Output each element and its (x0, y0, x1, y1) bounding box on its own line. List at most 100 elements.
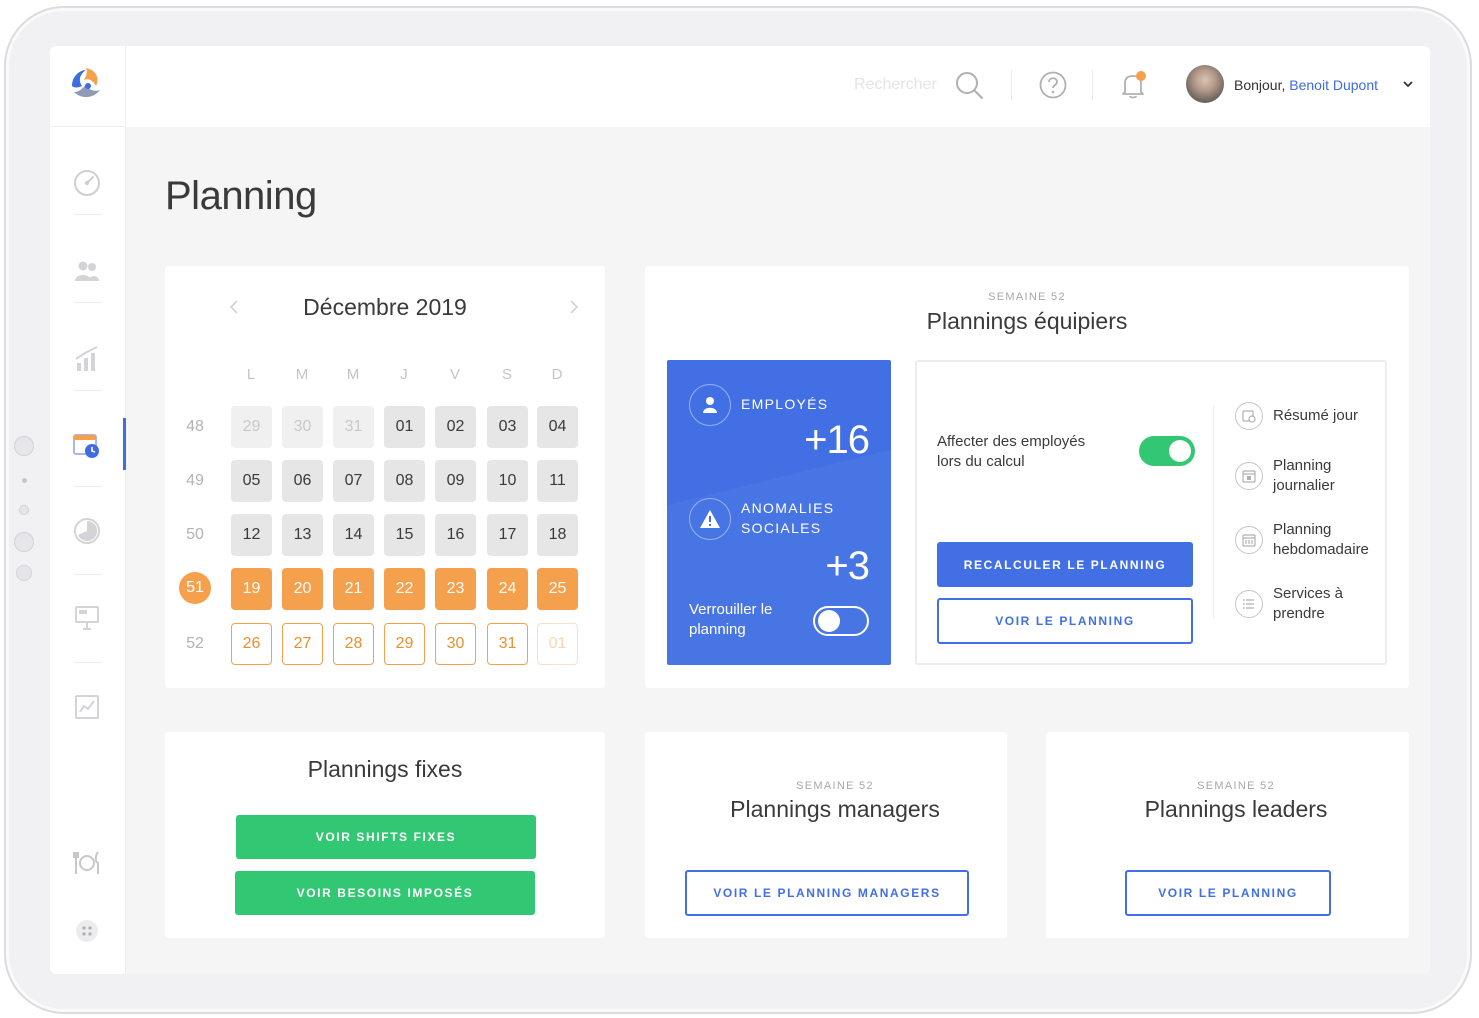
week-label: SEMAINE 52 (1197, 780, 1275, 792)
view-imposed-needs-button[interactable]: VOIR BESOINS IMPOSÉS (235, 871, 535, 915)
calendar-day[interactable]: 10 (487, 460, 528, 502)
next-month-button[interactable] (569, 300, 579, 319)
notifications-button[interactable] (1116, 68, 1150, 102)
week-number[interactable]: 48 (181, 418, 209, 436)
calendar-day[interactable]: 04 (537, 406, 578, 448)
calendar-day[interactable]: 20 (282, 568, 323, 610)
user-greeting[interactable]: Bonjour, Benoit Dupont (1234, 77, 1378, 93)
list-icon (1235, 590, 1263, 618)
view-fixed-shifts-button[interactable]: VOIR SHIFTS FIXES (236, 815, 536, 859)
lock-label-line1: Verrouiller le (689, 601, 773, 618)
link-label: Services à prendre (1273, 584, 1377, 624)
view-leaders-planning-button[interactable]: VOIR LE PLANNING (1125, 870, 1331, 916)
avatar[interactable] (1186, 65, 1224, 103)
calendar-day[interactable]: 31 (333, 406, 374, 448)
calendar-day[interactable]: 23 (435, 568, 476, 610)
calendar-day[interactable]: 16 (435, 514, 476, 556)
search-icon (956, 72, 983, 99)
nav-users[interactable] (72, 256, 102, 286)
card-title: Plannings managers (730, 796, 940, 822)
calendar-day[interactable]: 13 (282, 514, 323, 556)
report-icon (75, 695, 99, 719)
link-label-line1: Résumé jour (1273, 407, 1359, 424)
lock-label-line2: planning (689, 621, 746, 638)
calendar-day[interactable]: 09 (435, 460, 476, 502)
weekday-header: L (246, 366, 256, 383)
greeting-text: Bonjour, (1234, 77, 1286, 93)
calendar-day[interactable]: 29 (384, 623, 425, 665)
calendar-day[interactable]: 24 (487, 568, 528, 610)
calendar-day[interactable]: 06 (282, 460, 323, 502)
help-button[interactable] (1036, 68, 1070, 102)
calendar-day[interactable]: 30 (435, 623, 476, 665)
calendar-day[interactable]: 19 (231, 568, 272, 610)
calendar-day[interactable]: 12 (231, 514, 272, 556)
nav-planning[interactable] (72, 430, 102, 460)
nav-restaurant[interactable] (72, 848, 102, 878)
chevron-down-icon[interactable] (1402, 78, 1414, 90)
plannings-leaders-card: SEMAINE 52 Plannings leaders VOIR LE PLA… (1046, 732, 1409, 938)
calendar-day[interactable]: 01 (384, 406, 425, 448)
link-label-line2: prendre (1273, 605, 1325, 622)
view-planning-button[interactable]: VOIR LE PLANNING (937, 598, 1193, 644)
calendar-day[interactable]: 02 (435, 406, 476, 448)
calendar-day[interactable]: 03 (487, 406, 528, 448)
calendar-day[interactable]: 08 (384, 460, 425, 502)
nav-presentations[interactable] (72, 602, 102, 632)
assign-label-line2: lors du calcul (937, 453, 1025, 470)
calendar-day[interactable]: 17 (487, 514, 528, 556)
calendar-day[interactable]: 31 (487, 623, 528, 665)
link-label-line1: Services à (1273, 585, 1344, 602)
weekday-header: M (295, 366, 309, 383)
employee-badge (689, 384, 731, 426)
calendar-day[interactable]: 27 (282, 623, 323, 665)
calendar-day[interactable]: 05 (231, 460, 272, 502)
calendar-day[interactable]: 07 (333, 460, 374, 502)
lock-planning-toggle[interactable] (813, 606, 869, 636)
nav-statistics[interactable] (72, 344, 102, 374)
search-input[interactable]: Rechercher (854, 76, 937, 94)
assign-employees-toggle[interactable] (1139, 436, 1195, 466)
current-week-number[interactable]: 51 (179, 572, 211, 604)
search-button[interactable] (952, 68, 986, 102)
week-number[interactable]: 50 (181, 526, 209, 544)
calendar-day[interactable]: 01 (537, 623, 578, 665)
calendar-day[interactable]: 14 (333, 514, 374, 556)
calendar-day[interactable]: 25 (537, 568, 578, 610)
view-managers-planning-button[interactable]: VOIR LE PLANNING MANAGERS (685, 870, 969, 916)
tableware-icon (73, 851, 99, 874)
anomalies-value: +3 (825, 544, 870, 588)
weekday-header: V (449, 366, 460, 383)
calendar-day[interactable]: 30 (282, 406, 323, 448)
nav-analytics[interactable] (72, 516, 102, 546)
recalculate-planning-button[interactable]: RECALCULER LE PLANNING (937, 542, 1193, 587)
link-resume-jour[interactable]: Résumé jour (1235, 402, 1377, 430)
card-title: Plannings fixes (307, 756, 463, 782)
link-planning-hebdomadaire[interactable]: Planning hebdomadaire (1235, 520, 1377, 560)
link-services-a-prendre[interactable]: Services à prendre (1235, 584, 1377, 624)
employes-label: EMPLOYÉS (741, 396, 829, 412)
link-label: Planning journalier (1273, 456, 1377, 496)
week-number[interactable]: 52 (181, 635, 209, 653)
week-number[interactable]: 49 (181, 472, 209, 490)
calendar-day[interactable]: 15 (384, 514, 425, 556)
link-planning-journalier[interactable]: Planning journalier (1235, 456, 1377, 496)
tablet-camera (19, 505, 29, 515)
anomalies-label-line2: SOCIALES (741, 520, 822, 536)
nav-reports[interactable] (72, 692, 102, 722)
nav-dashboard[interactable] (72, 168, 102, 198)
calendar-day[interactable]: 28 (333, 623, 374, 665)
week-label: SEMAINE 52 (796, 780, 874, 792)
calendar-day[interactable]: 26 (231, 623, 272, 665)
calendar-day[interactable]: 18 (537, 514, 578, 556)
nav-apps[interactable] (72, 916, 102, 946)
calendar-day[interactable]: 22 (384, 568, 425, 610)
calendar-day[interactable]: 21 (333, 568, 374, 610)
calendar-day[interactable]: 29 (231, 406, 272, 448)
brand-logo[interactable] (66, 64, 106, 104)
calendar-day[interactable]: 11 (537, 460, 578, 502)
presentation-icon (75, 606, 99, 630)
link-label: Planning hebdomadaire (1273, 520, 1377, 560)
lock-planning-label: Verrouiller le planning (689, 600, 772, 640)
dashboard-icon (74, 170, 100, 196)
